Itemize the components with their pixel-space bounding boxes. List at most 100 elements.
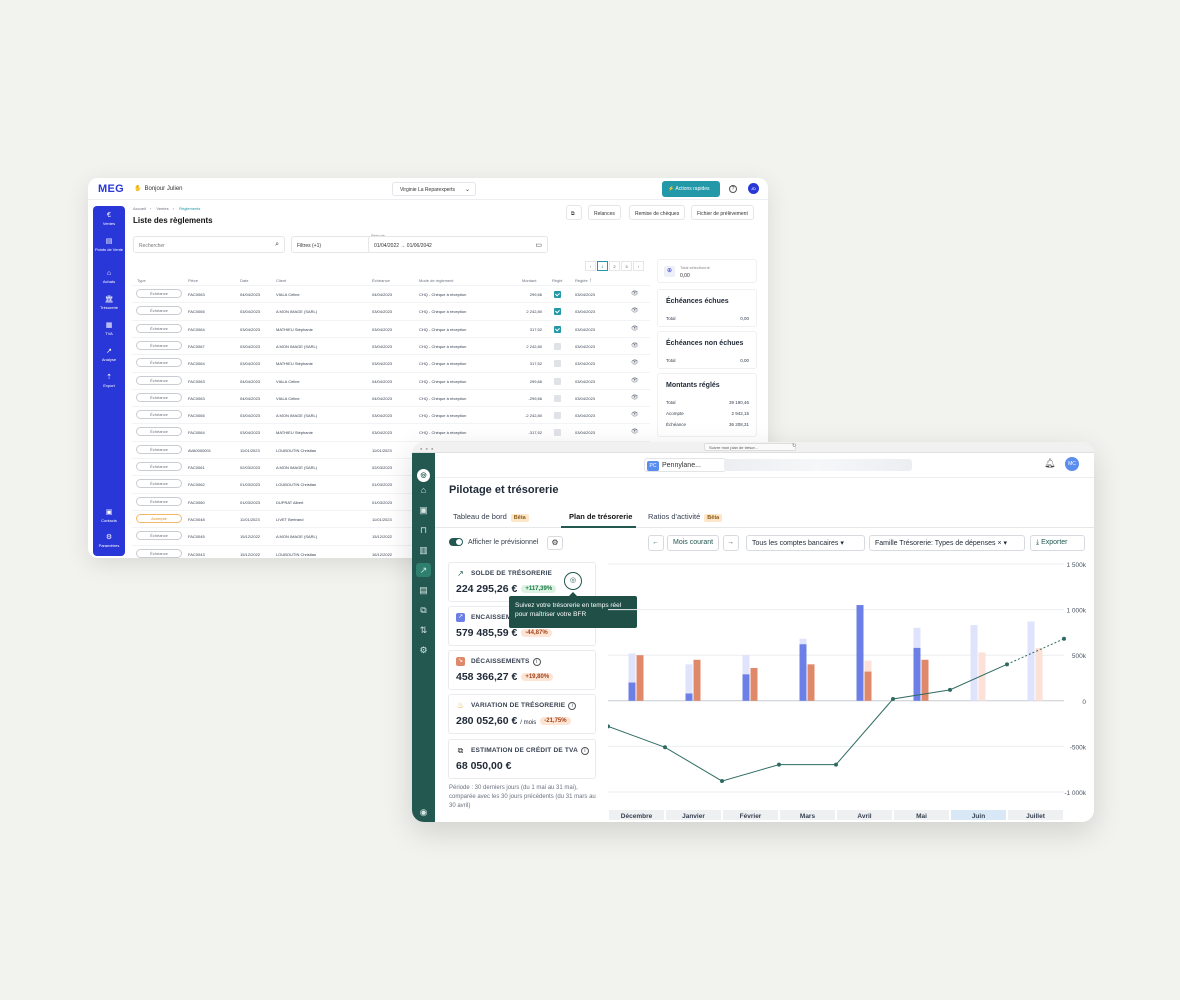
- copy-icon[interactable]: ⧉: [416, 603, 431, 617]
- help-icon[interactable]: ◉: [416, 805, 431, 819]
- avatar[interactable]: JD: [748, 183, 759, 194]
- eye-icon[interactable]: 👁︎: [631, 377, 639, 384]
- window-controls[interactable]: ● ● ●: [420, 446, 434, 451]
- table-row[interactable]: Échéance FAC0064 03/04/2023 MATHIEU Stéphan…: [132, 423, 650, 440]
- bell-icon[interactable]: 🔔︎: [1044, 458, 1055, 469]
- period-input[interactable]: 01/04/2022 → 01/06/2042 ▭: [368, 236, 548, 253]
- tab-tableau-de-bord[interactable]: Tableau de bord Bêta: [453, 512, 529, 522]
- help-icon[interactable]: ?: [729, 185, 737, 193]
- trend-icon[interactable]: ↗: [416, 563, 431, 577]
- kpi-decaissements[interactable]: ↘ DÉCAISSEMENTS i 458 366,27 € +19,80%: [448, 650, 596, 690]
- table-row[interactable]: Échéance FAC0064 03/04/2023 MATHIEU Stéphan…: [132, 319, 650, 337]
- avatar[interactable]: MC: [1065, 457, 1079, 471]
- pager-next[interactable]: ›: [633, 261, 644, 271]
- quick-actions-button[interactable]: ⚡ Actions rapides: [662, 181, 720, 197]
- pager-page[interactable]: 3: [621, 261, 632, 271]
- column-header[interactable]: Pièce: [188, 278, 198, 283]
- regle-checkbox[interactable]: [554, 377, 561, 385]
- column-header[interactable]: Échéance: [372, 278, 390, 283]
- bank-accounts-select[interactable]: Tous les comptes bancaires ▾: [746, 535, 865, 551]
- tab-ratios-activite[interactable]: Ratios d'activité Bêta: [648, 512, 723, 522]
- transfer-icon[interactable]: ⇅: [416, 623, 431, 637]
- column-header[interactable]: Mode de règlement: [419, 278, 453, 283]
- relances-button[interactable]: Relances: [588, 205, 621, 220]
- column-header[interactable]: Montant: [522, 278, 536, 283]
- gear-icon[interactable]: ⚙: [416, 643, 431, 657]
- clear-icon[interactable]: ×: [997, 540, 1001, 547]
- pager-prev[interactable]: ‹: [585, 261, 596, 271]
- regle-checkbox[interactable]: [554, 412, 561, 420]
- document-icon[interactable]: ▤: [416, 583, 431, 597]
- sidebar-item-points-de-vente[interactable]: ▤ Points de Vente: [93, 238, 125, 252]
- info-icon[interactable]: i: [532, 658, 541, 666]
- table-row[interactable]: Échéance FAC0064 03/04/2023 MATHIEU Stéphan…: [132, 354, 650, 371]
- blurred-search-bar[interactable]: [724, 459, 912, 471]
- eye-icon[interactable]: 👁︎: [631, 428, 639, 435]
- column-header[interactable]: Réglé: [552, 278, 562, 283]
- eye-icon[interactable]: 👁︎: [631, 394, 639, 401]
- pennylane-logo[interactable]: ◎: [417, 469, 430, 482]
- sidebar-item-tva[interactable]: ▦ TVA: [93, 322, 125, 336]
- column-header[interactable]: Réglée ↑: [575, 278, 592, 284]
- regle-checkbox[interactable]: [554, 394, 561, 402]
- eye-icon[interactable]: 👁︎: [631, 307, 639, 314]
- regle-checkbox[interactable]: [554, 429, 561, 437]
- regle-checkbox[interactable]: [554, 325, 561, 333]
- family-select[interactable]: Famille Trésorerie: Types de dépenses × …: [869, 535, 1025, 551]
- table-row[interactable]: Échéance FAC0065 03/04/2023 A MON IMAGE (SA…: [132, 302, 650, 319]
- eye-icon[interactable]: 👁︎: [631, 290, 639, 297]
- copy-button[interactable]: ⧉: [566, 205, 582, 220]
- table-row[interactable]: Échéance FAC0063 04/04/2023 VIALA Céline 04/…: [132, 371, 650, 389]
- regle-checkbox[interactable]: [554, 308, 561, 316]
- sidebar-item-tresorerie[interactable]: 🏛 Trésorerie: [93, 296, 125, 310]
- shop-icon[interactable]: ▥: [416, 543, 431, 557]
- pager-page[interactable]: 2: [609, 261, 620, 271]
- regle-checkbox[interactable]: [554, 342, 561, 350]
- column-header[interactable]: Type: [137, 278, 146, 283]
- table-row[interactable]: Échéance FAC0063 04/04/2023 VIALA Céline 04/…: [132, 388, 650, 406]
- fichier-prelevement-button[interactable]: Fichier de prélèvement: [691, 205, 754, 220]
- regle-checkbox[interactable]: [554, 360, 561, 368]
- settings-button[interactable]: ⚙: [547, 536, 563, 550]
- browser-tab[interactable]: Suivre mon plan de trésor...: [704, 443, 796, 451]
- target-button[interactable]: ◎: [564, 572, 582, 590]
- info-icon[interactable]: i: [581, 747, 589, 755]
- sidebar-item-ventes[interactable]: € Ventes: [93, 212, 125, 226]
- breadcrumb-item[interactable]: Ventes: [156, 206, 168, 211]
- info-icon[interactable]: i: [568, 702, 577, 710]
- meg-logo[interactable]: MEG: [98, 183, 124, 195]
- eye-icon[interactable]: 👁︎: [631, 359, 639, 366]
- eye-icon[interactable]: 👁︎: [631, 411, 639, 418]
- tab-plan-de-tresorerie[interactable]: Plan de trésorerie: [569, 512, 632, 521]
- next-period-button[interactable]: →: [723, 535, 739, 551]
- pager-page[interactable]: 1: [597, 261, 608, 271]
- search-input[interactable]: Rechercher ⌕: [133, 236, 285, 253]
- wallet-icon[interactable]: ▣: [416, 503, 431, 517]
- export-button[interactable]: ⤓ Exporter: [1030, 535, 1085, 551]
- reload-icon[interactable]: ↻: [792, 443, 796, 449]
- sidebar-item-analyse[interactable]: ↗ Analyse: [93, 348, 125, 362]
- table-row[interactable]: Échéance FAC0067 03/04/2023 A MON IMAGE (SA…: [132, 336, 650, 354]
- current-month-button[interactable]: Mois courant: [667, 535, 720, 551]
- table-row[interactable]: Échéance FAC0065 03/04/2023 A MON IMAGE (SA…: [132, 406, 650, 423]
- company-select[interactable]: Virginie La Reparexperts ⌄: [392, 182, 476, 196]
- breadcrumb-item[interactable]: Accueil: [133, 206, 146, 211]
- bank-icon[interactable]: ⌂: [416, 483, 431, 497]
- organization-switcher[interactable]: PC Pennylane...: [644, 458, 726, 472]
- sidebar-item-achats[interactable]: ⌂ Achats: [93, 270, 125, 284]
- previous-period-button[interactable]: ←: [648, 535, 664, 551]
- sidebar-item-contacts[interactable]: ▣ Contacts: [93, 509, 125, 523]
- eye-icon[interactable]: 👁︎: [631, 325, 639, 332]
- column-header[interactable]: Date: [240, 278, 248, 283]
- sidebar-item-parametres[interactable]: ⚙ Paramètres: [93, 534, 125, 548]
- kpi-credit-tva[interactable]: ⧉ ESTIMATION DE CRÉDIT DE TVA i 68 050,00…: [448, 739, 596, 779]
- forecast-toggle[interactable]: [449, 538, 463, 546]
- remise-cheques-button[interactable]: Remise de chèques: [629, 205, 686, 220]
- eye-icon[interactable]: 👁︎: [631, 342, 639, 349]
- cart-icon[interactable]: ⊓: [416, 523, 431, 537]
- table-row[interactable]: Échéance FAC0063 04/04/2023 VIALA Céline 04/…: [132, 285, 650, 302]
- sidebar-item-export[interactable]: ⇡ Export: [93, 374, 125, 388]
- regle-checkbox[interactable]: [554, 291, 561, 298]
- kpi-variation-tresorerie[interactable]: ♨ VARIATION DE TRÉSORERIE i 280 052,60 € …: [448, 694, 596, 734]
- column-header[interactable]: Client: [276, 278, 286, 283]
